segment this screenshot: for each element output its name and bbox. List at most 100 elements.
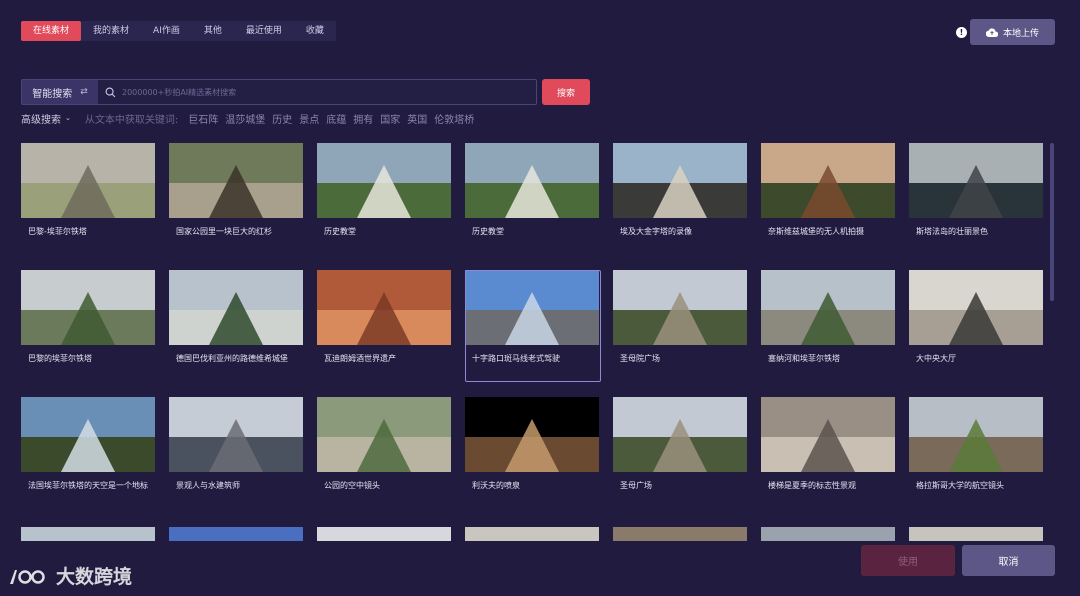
- media-thumbnail: [21, 397, 155, 472]
- tab-recent[interactable]: 最近使用: [234, 21, 294, 41]
- advanced-search-toggle[interactable]: 高级搜索: [21, 111, 61, 126]
- media-caption: 巴黎-埃菲尔铁塔: [28, 227, 87, 236]
- chevron-down-icon[interactable]: ⌄: [65, 114, 71, 122]
- media-card-partial[interactable]: [761, 527, 895, 541]
- media-caption: 圣母广场: [620, 481, 652, 490]
- media-thumbnail: [169, 143, 303, 218]
- media-card[interactable]: 法国埃菲尔铁塔的天空是一个地标: [21, 397, 157, 492]
- media-caption: 历史教堂: [472, 227, 504, 236]
- info-alert-icon[interactable]: !: [956, 27, 967, 38]
- media-card[interactable]: 楼梯是夏季的标志性景观: [761, 397, 897, 492]
- search-button[interactable]: 搜索: [542, 79, 590, 105]
- media-card[interactable]: 历史教堂: [317, 143, 453, 238]
- media-card[interactable]: 奈斯维兹城堡的无人机拍摄: [761, 143, 897, 238]
- media-thumbnail: [21, 143, 155, 218]
- media-thumbnail: [613, 143, 747, 218]
- watermark-text: 大数跨境: [56, 566, 133, 588]
- media-card-partial[interactable]: [465, 527, 599, 541]
- media-card[interactable]: 十字路口斑马线老式驾驶: [465, 270, 601, 365]
- media-thumbnail: [169, 270, 303, 345]
- keyword-tag[interactable]: 巨石阵: [188, 111, 218, 126]
- media-card[interactable]: 巴黎-埃菲尔铁塔: [21, 143, 157, 238]
- tab-favorites[interactable]: 收藏: [294, 21, 336, 41]
- media-caption: 利沃夫的喷泉: [472, 481, 520, 490]
- media-caption: 奈斯维兹城堡的无人机拍摄: [768, 227, 864, 236]
- media-thumbnail: [317, 270, 451, 345]
- media-card[interactable]: 大中央大厅: [909, 270, 1045, 365]
- media-card-partial[interactable]: [909, 527, 1043, 541]
- media-card[interactable]: 格拉斯哥大学的航空镜头: [909, 397, 1045, 492]
- media-thumbnail: [613, 270, 747, 345]
- keyword-tag[interactable]: 底蕴: [326, 111, 346, 126]
- cloud-upload-icon: [985, 27, 998, 37]
- media-card[interactable]: 国家公园里一块巨大的红杉: [169, 143, 305, 238]
- media-caption: 巴黎的埃菲尔铁塔: [28, 354, 92, 363]
- tab-my-assets[interactable]: 我的素材: [81, 21, 141, 41]
- media-card-partial[interactable]: [21, 527, 155, 541]
- tab-ai-painting[interactable]: AI作画: [141, 21, 192, 41]
- media-card[interactable]: 历史教堂: [465, 143, 601, 238]
- tab-online[interactable]: 在线素材: [21, 21, 82, 41]
- media-card-partial[interactable]: [169, 527, 303, 541]
- keyword-tag[interactable]: 拥有: [353, 111, 373, 126]
- media-card[interactable]: 景观人与水建筑师: [169, 397, 305, 492]
- media-card-partial[interactable]: [317, 527, 451, 541]
- media-caption: 格拉斯哥大学的航空镜头: [916, 481, 1004, 490]
- media-card[interactable]: 公园的空中镜头: [317, 397, 453, 492]
- advanced-search-row: 高级搜索 ⌄ 从文本中获取关键词: 巨石阵 温莎城堡 历史 景点 底蕴 拥有 国…: [21, 111, 481, 126]
- cancel-button[interactable]: 取消: [962, 545, 1055, 576]
- grid-scrollbar[interactable]: [1050, 143, 1054, 301]
- media-caption: 楼梯是夏季的标志性景观: [768, 481, 856, 490]
- media-card[interactable]: 斯塔法岛的壮丽景色: [909, 143, 1045, 238]
- media-thumbnail: [317, 143, 451, 218]
- media-card[interactable]: 圣母广场: [613, 397, 749, 492]
- media-card[interactable]: 塞纳河和埃菲尔铁塔: [761, 270, 897, 365]
- keyword-tag[interactable]: 景点: [299, 111, 319, 126]
- use-button[interactable]: 使用: [861, 545, 955, 576]
- media-card[interactable]: 圣母院广场: [613, 270, 749, 365]
- media-thumbnail: [317, 397, 451, 472]
- media-caption: 塞纳河和埃菲尔铁塔: [768, 354, 840, 363]
- watermark: 大数跨境: [8, 562, 132, 589]
- media-card[interactable]: 瓦迪朗姆酒世界遗产: [317, 270, 453, 365]
- media-card-partial[interactable]: [613, 527, 747, 541]
- keyword-tag[interactable]: 国家: [380, 111, 400, 126]
- media-caption: 大中央大厅: [916, 354, 956, 363]
- media-thumbnail: [761, 143, 895, 218]
- media-thumbnail: [613, 397, 747, 472]
- media-card[interactable]: 德国巴伐利亚州的路德维希城堡: [169, 270, 305, 365]
- media-caption: 瓦迪朗姆酒世界遗产: [324, 354, 396, 363]
- keyword-tag[interactable]: 伦敦塔桥: [434, 111, 474, 126]
- upload-label: 本地上传: [1002, 28, 1039, 39]
- media-card[interactable]: 巴黎的埃菲尔铁塔: [21, 270, 157, 365]
- media-card[interactable]: 埃及大金字塔的录像: [613, 143, 749, 238]
- media-thumbnail: [465, 143, 599, 218]
- media-thumbnail: [21, 270, 155, 345]
- media-caption: 法国埃菲尔铁塔的天空是一个地标: [28, 481, 148, 490]
- source-tabs: 在线素材 我的素材 AI作画 其他 最近使用 收藏: [21, 21, 336, 41]
- media-caption: 国家公园里一块巨大的红杉: [176, 227, 272, 236]
- media-thumbnail: [761, 397, 895, 472]
- keyword-tag[interactable]: 温莎城堡: [225, 111, 265, 126]
- media-thumbnail: [465, 397, 599, 472]
- media-caption: 埃及大金字塔的录像: [620, 227, 692, 236]
- local-upload-button[interactable]: 本地上传: [970, 19, 1055, 45]
- media-caption: 圣母院广场: [620, 354, 660, 363]
- media-thumbnail: [909, 397, 1043, 472]
- media-card[interactable]: 利沃夫的喷泉: [465, 397, 601, 492]
- search-mode-toggle[interactable]: 智能搜索 ⇄: [22, 80, 98, 104]
- search-icon: [98, 87, 122, 98]
- media-caption: 历史教堂: [324, 227, 356, 236]
- search-input[interactable]: [122, 80, 536, 104]
- keywords-prefix: 从文本中获取关键词:: [84, 114, 179, 126]
- search-mode-label: 智能搜索: [32, 88, 73, 100]
- swap-icon: ⇄: [80, 87, 88, 97]
- keyword-tag[interactable]: 历史: [272, 111, 292, 126]
- tab-other[interactable]: 其他: [192, 21, 234, 41]
- keyword-tag[interactable]: 英国: [407, 111, 427, 126]
- media-thumbnail: [761, 270, 895, 345]
- media-thumbnail: [909, 143, 1043, 218]
- media-thumbnail: [465, 270, 599, 345]
- media-thumbnail: [169, 397, 303, 472]
- media-caption: 德国巴伐利亚州的路德维希城堡: [176, 354, 288, 363]
